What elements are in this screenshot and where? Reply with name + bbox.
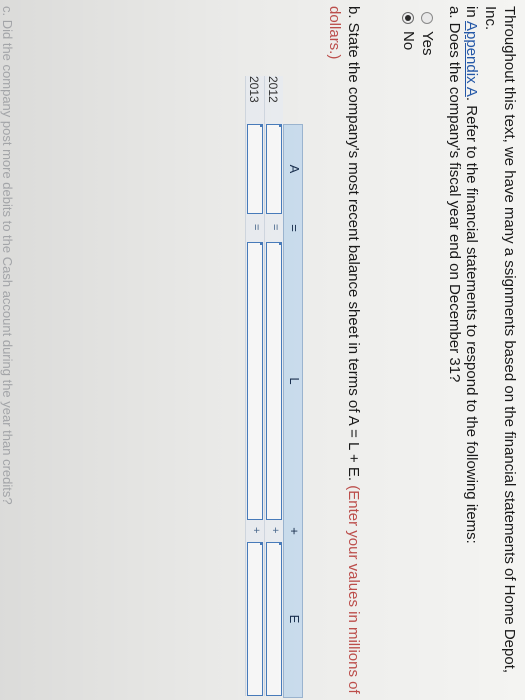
question-b: b. State the company's most recent balan… [325,6,363,696]
option-no[interactable]: No [400,12,417,50]
input-2012-liabilities[interactable] [266,242,282,520]
question-b-text: b. State the company's most recent balan… [345,6,362,486]
header-equity: E [287,614,302,624]
input-2013-liabilities[interactable] [247,242,263,520]
intro-text-2a: in [463,6,480,22]
question-a: a. Does the company's fiscal year end on… [446,6,463,383]
input-2013-assets[interactable] [247,124,263,214]
row-year-2013: 2013 [247,76,261,103]
question-c: c. Did the company post more debits to t… [0,6,15,505]
radio-yes[interactable] [421,12,434,24]
header-liabilities: L [287,377,302,385]
op-2012-equals: = [269,224,281,231]
radio-no[interactable] [402,12,415,24]
assignment-page: Throughout this text, we have many a ssi… [0,0,525,700]
op-2013-plus: + [250,527,262,534]
intro-text-1: Throughout this text, we have many a ssi… [482,6,518,674]
appendix-a-link[interactable]: Appendix A [463,21,480,97]
op-2013-equals: = [250,224,262,231]
op-2012-plus: + [269,527,281,534]
intro-paragraph: Throughout this text, we have many a ssi… [462,6,519,686]
row-year-2012: 2012 [266,76,280,103]
input-2013-equity[interactable] [247,542,263,696]
header-assets: A [287,164,302,174]
option-yes[interactable]: Yes [419,12,436,55]
header-plus: + [287,527,302,535]
header-equals: = [287,224,302,232]
input-2012-equity[interactable] [266,542,282,696]
option-yes-label: Yes [419,31,436,56]
input-2012-assets[interactable] [266,124,282,214]
intro-text-2b: . Refer to the financial statements to r… [463,96,480,544]
option-no-label: No [400,31,417,51]
